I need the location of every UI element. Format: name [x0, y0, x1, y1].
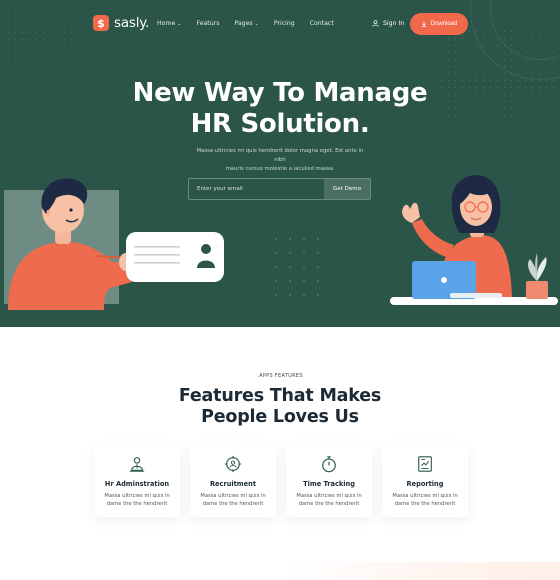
chevron-down-icon: ⌄ [254, 20, 259, 27]
nav-item-contact[interactable]: Contact [310, 20, 334, 27]
man-with-id-card-illustration [4, 178, 224, 310]
feature-title: Recruitment [209, 480, 256, 488]
feature-description-line: Massa ultricies mi quis in [296, 493, 362, 499]
brand-name: sasly. [114, 15, 150, 31]
hero-title-line: HR Solution. [190, 109, 370, 139]
feature-description: Massa ultricies mi quis in dame the the … [198, 492, 268, 508]
feature-card-reporting[interactable]: Reporting Massa ultricies mi quis in dam… [382, 444, 468, 517]
hero-section: $ sasly. Home ⌄ Featurs Pages ⌄ Pricing … [0, 0, 560, 327]
sign-in-label: Sign In [383, 20, 405, 27]
feature-description-line: dame the the hendrerit [298, 501, 360, 507]
feature-title: Time Tracking [303, 480, 355, 488]
user-icon [372, 20, 379, 27]
stopwatch-icon [322, 456, 336, 473]
hr-admin-icon [129, 457, 145, 472]
report-chart-icon [418, 456, 432, 472]
feature-title: Reporting [406, 480, 444, 488]
dollar-logo-icon: $ [93, 15, 109, 31]
section-tag: .APPS FEATURES [257, 373, 303, 379]
section-title: Features That Makes People Loves Us [0, 386, 560, 428]
hero-title: New Way To Manage HR Solution. [0, 78, 560, 140]
feature-title: Hr Adminstration [104, 480, 170, 488]
nav-item-label: Home [157, 20, 176, 27]
section-title-line: Features That Makes [178, 386, 382, 406]
hero-subtitle-line: mauris cursus molestie a iaculisd massa. [225, 166, 335, 172]
download-button[interactable]: Download [410, 13, 468, 35]
feature-description: Massa ultricies mi quis in dame the the … [294, 492, 364, 508]
sign-in-link[interactable]: Sign In [372, 20, 404, 27]
nav-item-label: Pages [234, 20, 253, 27]
feature-description-line: dame the the hendrerit [394, 501, 456, 507]
nav-item-label: Contact [309, 20, 334, 27]
nav-item-pricing[interactable]: Pricing [274, 20, 295, 27]
hero-subtitle-line: Massa ultricies mi quis hendrerit dolor … [196, 148, 364, 163]
nav-item-featurs[interactable]: Featurs [196, 20, 219, 27]
feature-description-line: dame the the hendrerit [202, 501, 264, 507]
feature-card-hr-administration[interactable]: Hr Adminstration Massa ultricies mi quis… [94, 444, 180, 517]
nav-item-label: Pricing [273, 20, 295, 27]
nav-item-label: Featurs [196, 20, 220, 27]
decorative-dots [275, 238, 319, 296]
download-icon [421, 21, 426, 27]
woman-with-laptop-illustration [390, 175, 558, 305]
feature-card-time-tracking[interactable]: Time Tracking Massa ultricies mi quis in… [286, 444, 372, 517]
feature-description: Massa ultricies mi quis in dame the the … [390, 492, 460, 508]
feature-card-recruitment[interactable]: Recruitment Massa ultricies mi quis in d… [190, 444, 276, 517]
section-title-line: People Loves Us [201, 407, 359, 427]
recruitment-target-icon [224, 455, 242, 473]
hero-title-line: New Way To Manage [132, 78, 428, 108]
nav-item-home[interactable]: Home ⌄ [157, 20, 181, 27]
feature-description-line: Massa ultricies mi quis in [392, 493, 458, 499]
feature-description-line: Massa ultricies mi quis in [200, 493, 266, 499]
nav-item-pages[interactable]: Pages ⌄ [234, 20, 258, 27]
chevron-down-icon: ⌄ [177, 20, 182, 27]
feature-description-line: Massa ultricies mi quis in [104, 493, 170, 499]
get-demo-button[interactable]: Get Demo [324, 179, 370, 199]
feature-description-line: dame the the hendrerit [106, 501, 168, 507]
main-nav: Home ⌄ Featurs Pages ⌄ Pricing Contact [157, 20, 334, 27]
download-label: Download [430, 21, 458, 27]
feature-description: Massa ultricies mi quis in dame the the … [102, 492, 172, 508]
brand-logo[interactable]: $ sasly. [93, 15, 149, 31]
decorative-blob [285, 562, 560, 580]
